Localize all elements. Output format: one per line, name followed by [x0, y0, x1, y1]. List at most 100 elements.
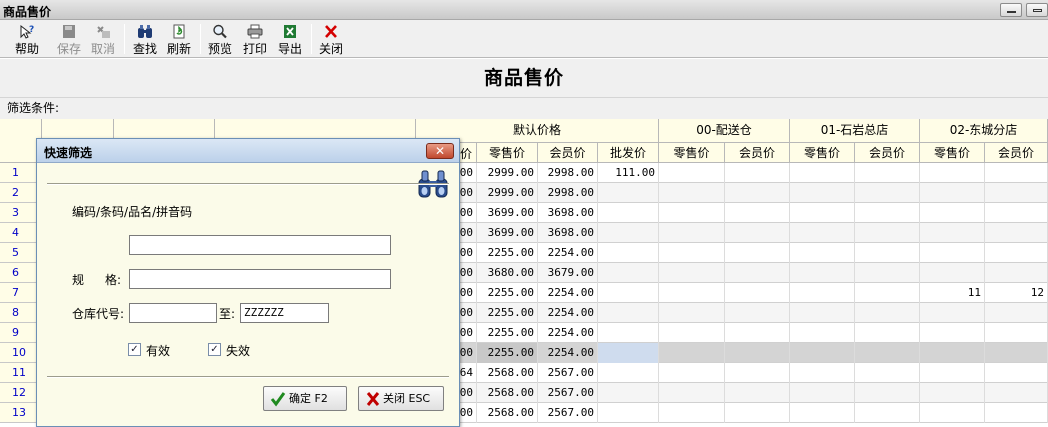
table-cell[interactable]: 2999.00 [477, 183, 538, 203]
table-cell[interactable] [855, 183, 920, 203]
table-cell[interactable] [985, 183, 1048, 203]
table-cell[interactable] [598, 183, 659, 203]
table-cell[interactable]: 00 [459, 163, 477, 183]
table-cell[interactable] [790, 283, 855, 303]
table-cell[interactable]: 2254.00 [538, 303, 598, 323]
table-cell[interactable] [920, 323, 985, 343]
table-cell[interactable] [920, 263, 985, 283]
table-cell[interactable] [790, 203, 855, 223]
table-cell[interactable] [725, 283, 790, 303]
table-cell[interactable] [985, 163, 1048, 183]
table-cell[interactable]: 2255.00 [477, 243, 538, 263]
table-cell[interactable] [725, 263, 790, 283]
table-cell[interactable] [659, 243, 725, 263]
table-cell[interactable]: 3679.00 [538, 263, 598, 283]
table-row[interactable]: 00 2999.00 2998.00 [459, 183, 1048, 203]
table-cell[interactable] [855, 243, 920, 263]
table-cell[interactable] [725, 343, 790, 363]
table-cell[interactable] [790, 183, 855, 203]
table-cell[interactable] [725, 203, 790, 223]
warehouse-to-input[interactable]: ZZZZZZ [240, 303, 329, 323]
valid-checkbox[interactable]: ✓ [128, 343, 141, 356]
table-cell[interactable]: 2567.00 [538, 363, 598, 383]
table-cell[interactable] [598, 283, 659, 303]
table-cell[interactable] [725, 363, 790, 383]
table-cell[interactable] [855, 383, 920, 403]
table-cell[interactable] [790, 223, 855, 243]
table-cell[interactable] [855, 323, 920, 343]
table-cell[interactable] [598, 383, 659, 403]
table-cell[interactable] [725, 383, 790, 403]
table-cell[interactable]: 2254.00 [538, 283, 598, 303]
table-cell[interactable] [920, 223, 985, 243]
table-cell[interactable]: 00 [459, 343, 477, 363]
table-cell[interactable] [920, 163, 985, 183]
table-cell[interactable]: 00 [459, 183, 477, 203]
table-row[interactable]: 00 2255.00 2254.00 11 12 [459, 283, 1048, 303]
table-cell[interactable] [598, 263, 659, 283]
table-cell[interactable]: 2254.00 [538, 243, 598, 263]
table-cell[interactable]: 00 [459, 263, 477, 283]
table-cell[interactable]: 3699.00 [477, 223, 538, 243]
table-cell[interactable] [659, 283, 725, 303]
table-cell[interactable] [725, 183, 790, 203]
table-cell[interactable] [855, 403, 920, 423]
warehouse-from-input[interactable] [129, 303, 217, 323]
save-button[interactable]: 保存 [55, 22, 83, 56]
preview-button[interactable]: 预览 [206, 22, 234, 56]
table-cell[interactable] [920, 183, 985, 203]
confirm-button[interactable]: 确定 F2 [263, 386, 347, 411]
table-cell[interactable] [985, 403, 1048, 423]
table-cell[interactable] [920, 303, 985, 323]
table-cell[interactable] [985, 223, 1048, 243]
table-cell[interactable]: 3698.00 [538, 223, 598, 243]
table-cell[interactable]: 2568.00 [477, 403, 538, 423]
table-cell[interactable]: 11 [920, 283, 985, 303]
table-cell[interactable] [790, 163, 855, 183]
table-cell[interactable] [855, 363, 920, 383]
table-cell[interactable] [598, 343, 659, 363]
table-cell[interactable]: 2998.00 [538, 183, 598, 203]
table-cell[interactable] [790, 323, 855, 343]
table-cell[interactable] [790, 403, 855, 423]
find-button[interactable]: 查找 [131, 22, 159, 56]
table-cell[interactable] [855, 203, 920, 223]
table-cell[interactable] [985, 303, 1048, 323]
table-cell[interactable]: 2255.00 [477, 283, 538, 303]
table-cell[interactable] [920, 403, 985, 423]
code-input[interactable] [129, 235, 391, 255]
table-cell[interactable] [725, 163, 790, 183]
table-cell[interactable] [659, 303, 725, 323]
table-row[interactable]: 00 2255.00 2254.00 [459, 323, 1048, 343]
table-cell[interactable]: 00 [459, 383, 477, 403]
table-cell[interactable] [790, 303, 855, 323]
table-cell[interactable]: 2255.00 [477, 303, 538, 323]
table-row[interactable]: 00 2255.00 2254.00 [459, 343, 1048, 363]
table-cell[interactable] [598, 243, 659, 263]
table-cell[interactable]: 2567.00 [538, 383, 598, 403]
table-row[interactable]: 00 3699.00 3698.00 [459, 203, 1048, 223]
table-cell[interactable] [920, 203, 985, 223]
table-row[interactable]: 00 2999.00 2998.00 111.00 [459, 163, 1048, 183]
table-cell[interactable]: 00 [459, 223, 477, 243]
table-cell[interactable]: 2999.00 [477, 163, 538, 183]
table-cell[interactable] [855, 343, 920, 363]
table-cell[interactable] [659, 343, 725, 363]
table-cell[interactable]: 3698.00 [538, 203, 598, 223]
table-row[interactable]: 00 2255.00 2254.00 [459, 243, 1048, 263]
table-row[interactable]: 00 2255.00 2254.00 [459, 303, 1048, 323]
table-cell[interactable] [598, 303, 659, 323]
table-cell[interactable] [985, 243, 1048, 263]
table-cell[interactable] [790, 383, 855, 403]
table-cell[interactable]: 3699.00 [477, 203, 538, 223]
table-cell[interactable] [920, 343, 985, 363]
table-row[interactable]: 00 3680.00 3679.00 [459, 263, 1048, 283]
table-cell[interactable] [659, 323, 725, 343]
minimize-button[interactable] [1000, 3, 1022, 17]
table-row[interactable]: 00 2568.00 2567.00 [459, 403, 1048, 423]
table-cell[interactable]: 00 [459, 323, 477, 343]
table-cell[interactable] [598, 223, 659, 243]
table-cell[interactable]: 2255.00 [477, 323, 538, 343]
table-cell[interactable] [985, 203, 1048, 223]
table-cell[interactable]: 2568.00 [477, 383, 538, 403]
